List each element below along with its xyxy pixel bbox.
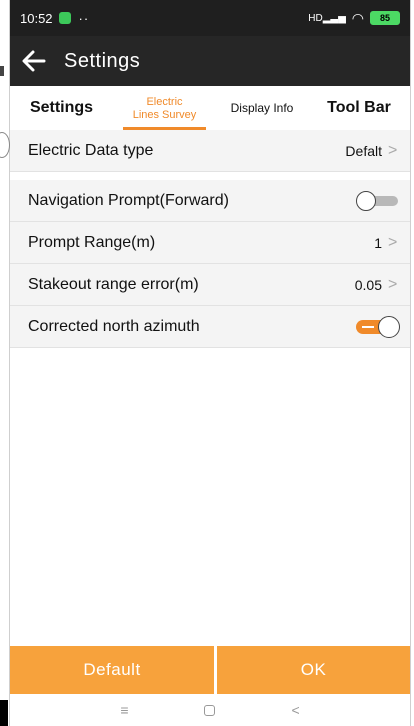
status-bar: 10:52 ·· HD▂▃▅ ◠ 85	[10, 0, 410, 36]
status-dots: ··	[78, 10, 90, 26]
battery-level: 85	[379, 13, 390, 23]
tab-toolbar-label: Tool Bar	[327, 99, 391, 116]
toggle-knob	[356, 190, 376, 211]
status-icons: HD▂▃▅ ◠ 85	[308, 0, 400, 36]
tab-electric-label-line1: Electric	[146, 96, 183, 108]
back-arrow-icon[interactable]	[14, 36, 54, 86]
section-gap	[10, 172, 410, 180]
edge-mark	[0, 66, 4, 76]
tab-bar: Settings Electric Lines Survey Display I…	[10, 86, 410, 130]
signal-icon: HD▂▃▅	[308, 12, 346, 24]
default-button[interactable]: Default	[10, 646, 214, 694]
chevron-right-icon: >	[388, 233, 398, 251]
battery-icon: 85	[370, 11, 400, 25]
row-prompt-range[interactable]: Prompt Range(m) 1 >	[10, 222, 410, 264]
left-edge-strip	[0, 0, 10, 726]
wifi-icon: ◠	[351, 9, 364, 26]
bottom-button-bar: Default OK	[10, 646, 410, 694]
stakeout-range-error-label: Stakeout range error(m)	[28, 275, 199, 293]
edge-circle	[0, 132, 10, 158]
prompt-range-label: Prompt Range(m)	[28, 233, 156, 251]
status-time: 10:52	[20, 10, 53, 26]
toggle-knob	[378, 315, 400, 338]
row-navigation-prompt: Navigation Prompt(Forward)	[10, 180, 410, 222]
system-nav-bar: ≡ <	[10, 694, 410, 726]
row-corrected-north-azimuth: Corrected north azimuth	[10, 306, 410, 348]
app-bar: Settings	[10, 36, 410, 86]
tab-display-info[interactable]: Display Info	[216, 86, 308, 130]
settings-list: Electric Data type Defalt > Navigation P…	[10, 130, 410, 348]
tab-tool-bar[interactable]: Tool Bar	[308, 86, 410, 130]
phone-screen: 10:52 ·· HD▂▃▅ ◠ 85 Settings Settings El…	[10, 0, 410, 726]
notification-app-icon	[58, 12, 71, 24]
signal-label: HD	[308, 12, 323, 24]
row-electric-data-type[interactable]: Electric Data type Defalt >	[10, 130, 410, 172]
chevron-right-icon: >	[388, 275, 398, 293]
row-stakeout-range-error[interactable]: Stakeout range error(m) 0.05 >	[10, 264, 410, 306]
stakeout-range-error-value: 0.05	[354, 276, 382, 293]
tab-settings[interactable]: Settings	[10, 86, 113, 130]
prompt-range-value: 1	[374, 234, 382, 251]
ok-button[interactable]: OK	[217, 646, 410, 694]
edge-bottom-block	[0, 700, 8, 726]
page-title: Settings	[64, 49, 141, 72]
home-icon[interactable]	[204, 704, 216, 716]
toggle-dash	[362, 325, 374, 328]
electric-data-type-value: Defalt	[345, 142, 382, 159]
tab-display-label: Display Info	[230, 101, 294, 115]
menu-icon[interactable]: ≡	[120, 702, 128, 718]
tab-settings-label: Settings	[29, 99, 94, 116]
right-edge-strip	[410, 0, 414, 726]
chevron-right-icon: >	[388, 141, 398, 159]
navigation-prompt-label: Navigation Prompt(Forward)	[28, 191, 229, 209]
back-icon[interactable]: <	[291, 702, 299, 718]
corrected-north-azimuth-label: Corrected north azimuth	[28, 317, 200, 335]
electric-data-type-label: Electric Data type	[28, 141, 154, 159]
tab-electric-lines-survey[interactable]: Electric Lines Survey	[113, 86, 216, 130]
tab-electric-label-line2: Lines Survey	[132, 109, 197, 121]
navigation-prompt-toggle[interactable]	[356, 190, 400, 211]
corrected-north-azimuth-toggle[interactable]	[356, 315, 400, 338]
